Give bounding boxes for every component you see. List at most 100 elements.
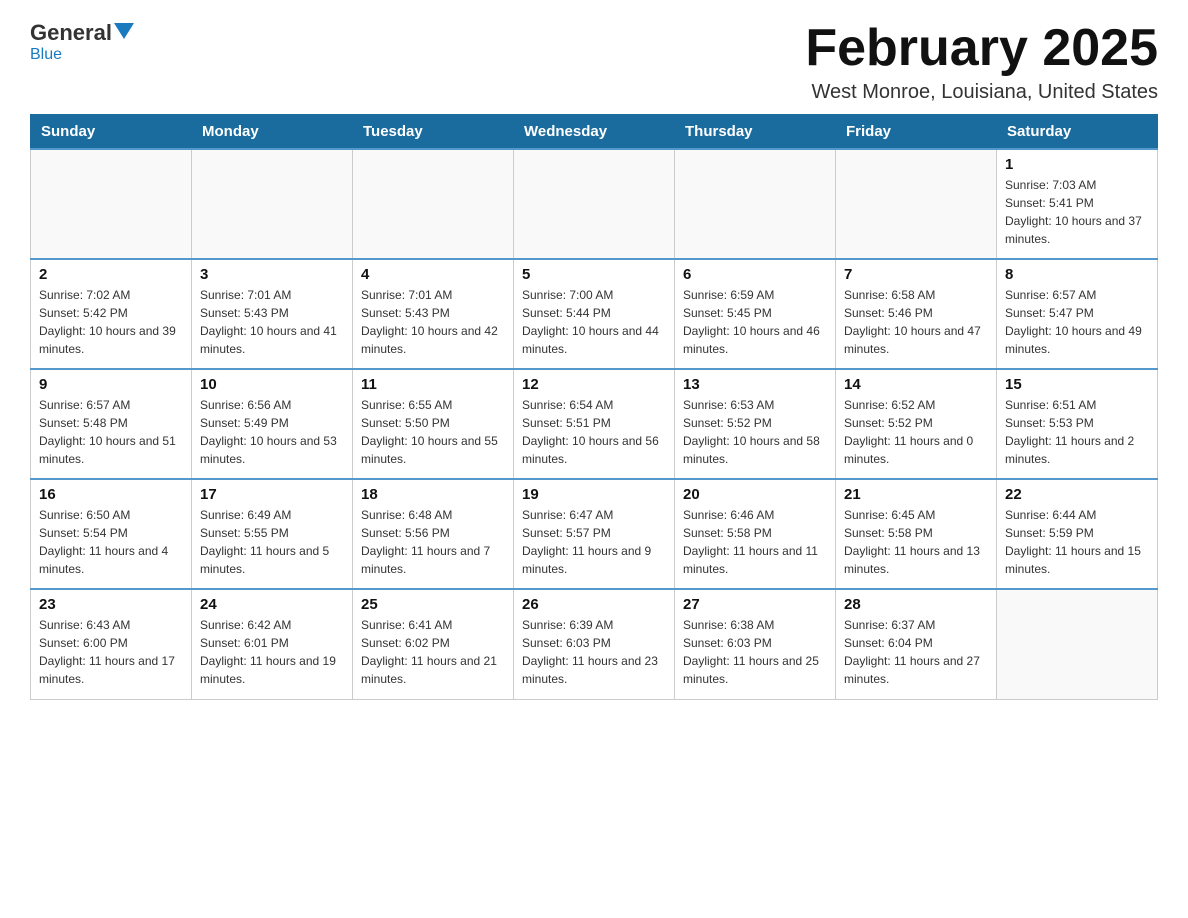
- calendar-week-row: 9 Sunrise: 6:57 AMSunset: 5:48 PMDaylight…: [31, 369, 1158, 479]
- calendar-day-cell: 1 Sunrise: 7:03 AMSunset: 5:41 PMDaylight…: [997, 149, 1158, 259]
- logo-blue-text: Blue: [30, 46, 62, 64]
- calendar-day-cell: [514, 149, 675, 259]
- calendar-day-cell: 25 Sunrise: 6:41 AMSunset: 6:02 PMDayligh…: [353, 589, 514, 699]
- day-info: Sunrise: 7:02 AMSunset: 5:42 PMDaylight:…: [39, 286, 183, 358]
- calendar-day-cell: 12 Sunrise: 6:54 AMSunset: 5:51 PMDayligh…: [514, 369, 675, 479]
- calendar-day-cell: [31, 149, 192, 259]
- day-info: Sunrise: 6:58 AMSunset: 5:46 PMDaylight:…: [844, 286, 988, 358]
- calendar-table: SundayMondayTuesdayWednesdayThursdayFrid…: [30, 114, 1158, 700]
- day-info: Sunrise: 6:52 AMSunset: 5:52 PMDaylight:…: [844, 396, 988, 468]
- day-info: Sunrise: 6:59 AMSunset: 5:45 PMDaylight:…: [683, 286, 827, 358]
- calendar-day-cell: 23Sunrise: 6:43 AMSunset: 6:00 PMDayligh…: [31, 589, 192, 699]
- calendar-week-row: 16 Sunrise: 6:50 AMSunset: 5:54 PMDayligh…: [31, 479, 1158, 589]
- day-number: 17: [200, 486, 344, 503]
- day-info: Sunrise: 6:51 AMSunset: 5:53 PMDaylight:…: [1005, 396, 1149, 468]
- day-info: Sunrise: 6:55 AMSunset: 5:50 PMDaylight:…: [361, 396, 505, 468]
- calendar-day-cell: 26 Sunrise: 6:39 AMSunset: 6:03 PMDayligh…: [514, 589, 675, 699]
- logo-triangle-icon: [114, 23, 134, 39]
- calendar-header-wednesday: Wednesday: [514, 115, 675, 150]
- calendar-day-cell: [192, 149, 353, 259]
- day-info: Sunrise: 6:42 AMSunset: 6:01 PMDaylight:…: [200, 616, 344, 688]
- day-number: 16: [39, 486, 183, 503]
- day-number: 19: [522, 486, 666, 503]
- day-info: Sunrise: 6:46 AMSunset: 5:58 PMDaylight:…: [683, 506, 827, 578]
- calendar-day-cell: [997, 589, 1158, 699]
- day-number: 4: [361, 266, 505, 283]
- calendar-day-cell: [836, 149, 997, 259]
- calendar-day-cell: 7Sunrise: 6:58 AMSunset: 5:46 PMDaylight…: [836, 259, 997, 369]
- day-number: 24: [200, 596, 344, 613]
- calendar-header-friday: Friday: [836, 115, 997, 150]
- calendar-day-cell: 2 Sunrise: 7:02 AMSunset: 5:42 PMDaylight…: [31, 259, 192, 369]
- calendar-day-cell: [353, 149, 514, 259]
- calendar-day-cell: 15 Sunrise: 6:51 AMSunset: 5:53 PMDayligh…: [997, 369, 1158, 479]
- calendar-header-monday: Monday: [192, 115, 353, 150]
- day-info: Sunrise: 6:44 AMSunset: 5:59 PMDaylight:…: [1005, 506, 1149, 578]
- day-info: Sunrise: 6:57 AMSunset: 5:47 PMDaylight:…: [1005, 286, 1149, 358]
- calendar-day-cell: 18 Sunrise: 6:48 AMSunset: 5:56 PMDayligh…: [353, 479, 514, 589]
- calendar-day-cell: 13 Sunrise: 6:53 AMSunset: 5:52 PMDayligh…: [675, 369, 836, 479]
- day-number: 23: [39, 596, 183, 613]
- day-info: Sunrise: 6:48 AMSunset: 5:56 PMDaylight:…: [361, 506, 505, 578]
- calendar-day-cell: 14Sunrise: 6:52 AMSunset: 5:52 PMDayligh…: [836, 369, 997, 479]
- calendar-day-cell: 9 Sunrise: 6:57 AMSunset: 5:48 PMDaylight…: [31, 369, 192, 479]
- day-number: 15: [1005, 376, 1149, 393]
- day-number: 3: [200, 266, 344, 283]
- day-number: 9: [39, 376, 183, 393]
- day-info: Sunrise: 6:53 AMSunset: 5:52 PMDaylight:…: [683, 396, 827, 468]
- calendar-day-cell: 21Sunrise: 6:45 AMSunset: 5:58 PMDayligh…: [836, 479, 997, 589]
- title-section: February 2025 West Monroe, Louisiana, Un…: [805, 20, 1158, 104]
- day-number: 5: [522, 266, 666, 283]
- calendar-day-cell: 19 Sunrise: 6:47 AMSunset: 5:57 PMDayligh…: [514, 479, 675, 589]
- day-number: 6: [683, 266, 827, 283]
- location-title: West Monroe, Louisiana, United States: [805, 81, 1158, 104]
- day-info: Sunrise: 6:49 AMSunset: 5:55 PMDaylight:…: [200, 506, 344, 578]
- day-number: 25: [361, 596, 505, 613]
- calendar-day-cell: 4 Sunrise: 7:01 AMSunset: 5:43 PMDaylight…: [353, 259, 514, 369]
- day-number: 10: [200, 376, 344, 393]
- day-info: Sunrise: 6:50 AMSunset: 5:54 PMDaylight:…: [39, 506, 183, 578]
- day-number: 12: [522, 376, 666, 393]
- day-number: 27: [683, 596, 827, 613]
- calendar-header-sunday: Sunday: [31, 115, 192, 150]
- day-info: Sunrise: 6:37 AMSunset: 6:04 PMDaylight:…: [844, 616, 988, 688]
- day-number: 22: [1005, 486, 1149, 503]
- calendar-day-cell: 6 Sunrise: 6:59 AMSunset: 5:45 PMDaylight…: [675, 259, 836, 369]
- day-info: Sunrise: 7:03 AMSunset: 5:41 PMDaylight:…: [1005, 176, 1149, 248]
- logo: General Blue: [30, 20, 134, 64]
- calendar-day-cell: 20 Sunrise: 6:46 AMSunset: 5:58 PMDayligh…: [675, 479, 836, 589]
- calendar-header-tuesday: Tuesday: [353, 115, 514, 150]
- day-info: Sunrise: 6:54 AMSunset: 5:51 PMDaylight:…: [522, 396, 666, 468]
- calendar-week-row: 1 Sunrise: 7:03 AMSunset: 5:41 PMDaylight…: [31, 149, 1158, 259]
- month-title: February 2025: [805, 20, 1158, 77]
- day-number: 13: [683, 376, 827, 393]
- day-info: Sunrise: 7:01 AMSunset: 5:43 PMDaylight:…: [200, 286, 344, 358]
- day-info: Sunrise: 7:00 AMSunset: 5:44 PMDaylight:…: [522, 286, 666, 358]
- day-info: Sunrise: 7:01 AMSunset: 5:43 PMDaylight:…: [361, 286, 505, 358]
- logo-general-text: General: [30, 20, 112, 46]
- calendar-day-cell: 16 Sunrise: 6:50 AMSunset: 5:54 PMDayligh…: [31, 479, 192, 589]
- day-info: Sunrise: 6:47 AMSunset: 5:57 PMDaylight:…: [522, 506, 666, 578]
- day-number: 2: [39, 266, 183, 283]
- day-number: 8: [1005, 266, 1149, 283]
- day-info: Sunrise: 6:38 AMSunset: 6:03 PMDaylight:…: [683, 616, 827, 688]
- day-info: Sunrise: 6:39 AMSunset: 6:03 PMDaylight:…: [522, 616, 666, 688]
- day-info: Sunrise: 6:45 AMSunset: 5:58 PMDaylight:…: [844, 506, 988, 578]
- day-number: 26: [522, 596, 666, 613]
- calendar-day-cell: 27 Sunrise: 6:38 AMSunset: 6:03 PMDayligh…: [675, 589, 836, 699]
- calendar-header-saturday: Saturday: [997, 115, 1158, 150]
- calendar-day-cell: 17 Sunrise: 6:49 AMSunset: 5:55 PMDayligh…: [192, 479, 353, 589]
- day-number: 18: [361, 486, 505, 503]
- calendar-day-cell: 3 Sunrise: 7:01 AMSunset: 5:43 PMDaylight…: [192, 259, 353, 369]
- calendar-day-cell: 8 Sunrise: 6:57 AMSunset: 5:47 PMDaylight…: [997, 259, 1158, 369]
- day-number: 11: [361, 376, 505, 393]
- calendar-header-row: SundayMondayTuesdayWednesdayThursdayFrid…: [31, 115, 1158, 150]
- day-info: Sunrise: 6:57 AMSunset: 5:48 PMDaylight:…: [39, 396, 183, 468]
- calendar-week-row: 23Sunrise: 6:43 AMSunset: 6:00 PMDayligh…: [31, 589, 1158, 699]
- day-info: Sunrise: 6:41 AMSunset: 6:02 PMDaylight:…: [361, 616, 505, 688]
- day-number: 1: [1005, 156, 1149, 173]
- calendar-day-cell: 5 Sunrise: 7:00 AMSunset: 5:44 PMDaylight…: [514, 259, 675, 369]
- day-number: 20: [683, 486, 827, 503]
- calendar-day-cell: 28Sunrise: 6:37 AMSunset: 6:04 PMDayligh…: [836, 589, 997, 699]
- page-header: General Blue February 2025 West Monroe, …: [30, 20, 1158, 104]
